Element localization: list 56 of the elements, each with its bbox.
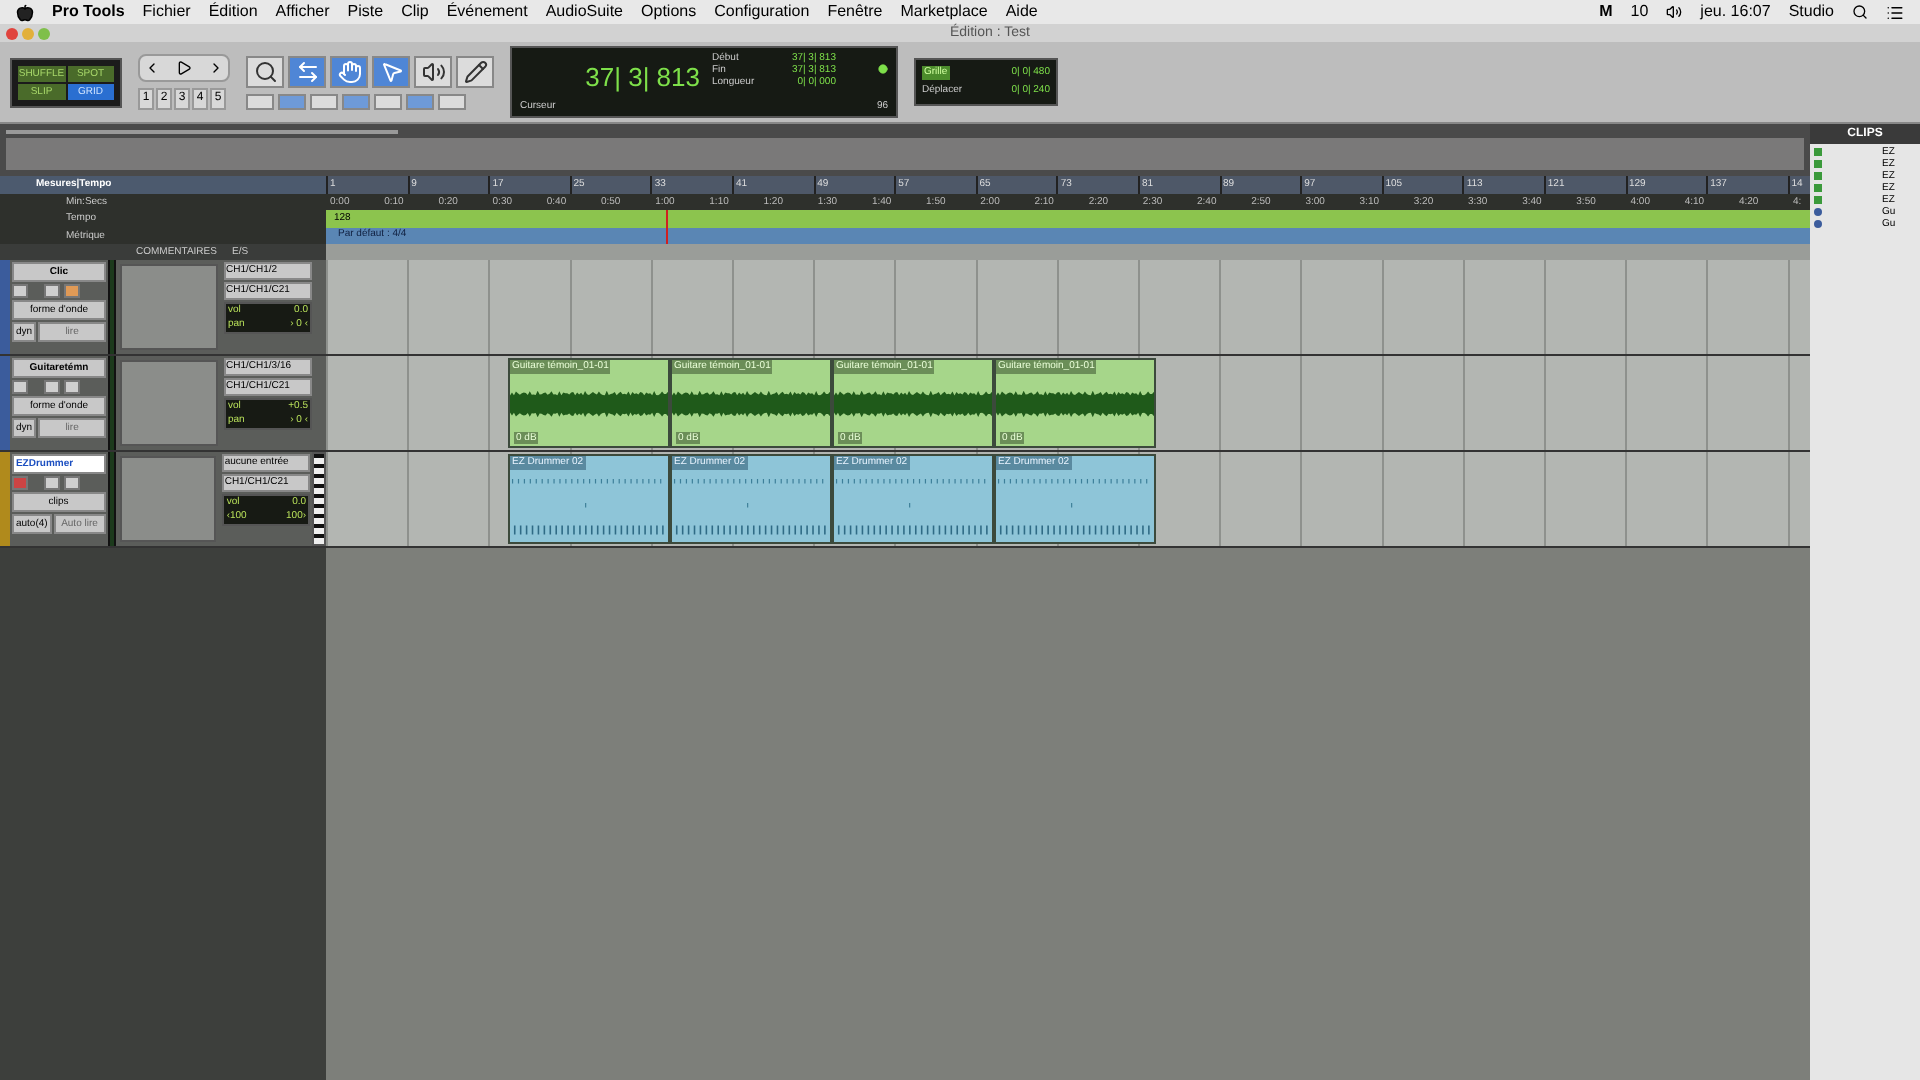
close-button[interactable] bbox=[6, 27, 18, 39]
tool-button[interactable] bbox=[456, 55, 494, 87]
menu-item[interactable]: Événement bbox=[446, 4, 528, 20]
menu-item[interactable]: Édition bbox=[208, 4, 258, 20]
list-icon bbox=[1886, 3, 1904, 21]
mute-button[interactable] bbox=[64, 284, 80, 298]
menu-item[interactable]: Fichier bbox=[142, 4, 191, 20]
play-icon bbox=[176, 60, 192, 76]
user-name[interactable]: Studio bbox=[1788, 4, 1834, 20]
tool-button[interactable] bbox=[414, 55, 452, 87]
zoom-toggle-button[interactable] bbox=[438, 93, 466, 109]
menu-item[interactable]: Aide bbox=[1005, 4, 1038, 20]
clock-text[interactable]: jeu. 16:07 bbox=[1700, 4, 1771, 20]
main-counter[interactable]: 37| 3| 813 bbox=[585, 64, 700, 90]
record-button[interactable] bbox=[12, 380, 28, 394]
zoom-toggle-button[interactable] bbox=[310, 93, 338, 109]
mute-button[interactable] bbox=[63, 476, 80, 490]
comments-field[interactable] bbox=[119, 456, 217, 542]
zoom-toggle-button[interactable] bbox=[374, 93, 402, 109]
zoom-toggle-button[interactable] bbox=[406, 93, 434, 109]
pencil-icon bbox=[463, 59, 487, 83]
search-icon bbox=[253, 59, 277, 83]
status-text: 10 bbox=[1630, 4, 1649, 20]
menu-item[interactable]: Clip bbox=[401, 4, 429, 20]
pointer-icon bbox=[379, 59, 403, 83]
solo-button[interactable] bbox=[44, 284, 60, 298]
transport-nudge-control[interactable] bbox=[138, 54, 230, 82]
menu-item[interactable]: Afficher bbox=[275, 4, 330, 20]
status-dot-icon bbox=[878, 64, 888, 74]
menu-item[interactable]: Piste bbox=[347, 4, 384, 20]
zoom-toggle-button[interactable] bbox=[342, 93, 370, 109]
status-logo[interactable]: M bbox=[1599, 4, 1613, 20]
menu-item[interactable]: AudioSuite bbox=[545, 4, 624, 20]
record-button[interactable] bbox=[11, 476, 28, 490]
arrows-icon bbox=[295, 59, 319, 83]
comments-field[interactable] bbox=[120, 360, 218, 446]
menu-item[interactable]: Options bbox=[641, 4, 697, 20]
playhead-line bbox=[666, 210, 668, 244]
tool-button[interactable] bbox=[246, 55, 284, 87]
menu-item[interactable]: Marketplace bbox=[900, 4, 988, 20]
search-icon bbox=[1852, 4, 1868, 20]
zoom-button[interactable] bbox=[38, 27, 50, 39]
hand-icon bbox=[337, 59, 361, 83]
zoom-toggle-button[interactable] bbox=[278, 93, 306, 109]
solo-button[interactable] bbox=[44, 380, 60, 394]
comments-field[interactable] bbox=[120, 264, 218, 350]
speaker-icon bbox=[421, 59, 445, 83]
menu-item[interactable]: Fenêtre bbox=[827, 4, 883, 20]
app-menu[interactable]: Pro Tools bbox=[52, 4, 125, 20]
apple-icon bbox=[16, 3, 34, 21]
volume-icon bbox=[1666, 4, 1683, 20]
zoom-toggle-button[interactable] bbox=[246, 93, 274, 109]
record-button[interactable] bbox=[12, 284, 28, 298]
menu-item[interactable]: Configuration bbox=[714, 4, 810, 20]
solo-button[interactable] bbox=[43, 476, 60, 490]
mute-button[interactable] bbox=[64, 380, 80, 394]
